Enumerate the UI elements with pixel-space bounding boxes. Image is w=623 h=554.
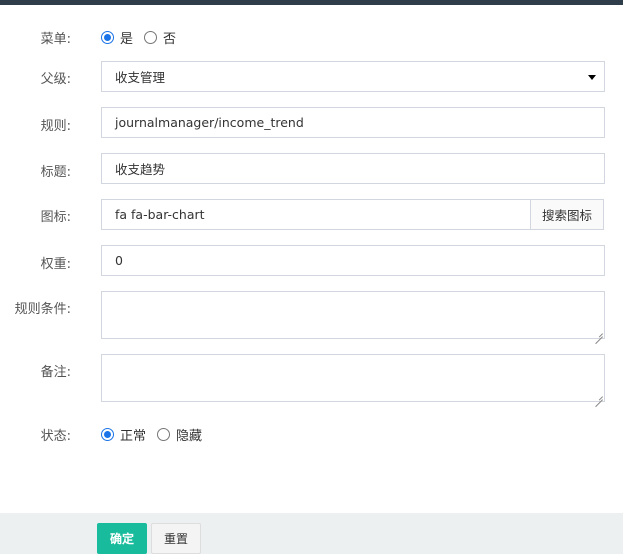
status-label: 状态: (40, 429, 71, 444)
reset-button[interactable]: 重置 (151, 523, 201, 554)
weight-input[interactable]: 0 (101, 245, 605, 276)
resize-grip-icon[interactable] (595, 329, 603, 337)
status-option-normal-label: 正常 (120, 429, 147, 444)
parent-label: 父级: (40, 72, 71, 87)
status-radio-group: 正常 隐藏 (101, 425, 213, 444)
radio-checked-icon[interactable] (101, 428, 114, 441)
radio-unchecked-icon[interactable] (144, 31, 158, 44)
title-label: 标题: (40, 165, 71, 180)
menu-option-yes[interactable]: 是 (101, 28, 133, 47)
status-option-normal[interactable]: 正常 (101, 425, 146, 444)
status-option-hidden-label: 隐藏 (176, 429, 203, 444)
confirm-button[interactable]: 确定 (97, 523, 147, 554)
title-input[interactable]: 收支趋势 (101, 153, 605, 184)
parent-select-value: 收支管理 (115, 70, 166, 85)
condition-label: 规则条件: (14, 302, 71, 317)
caret-down-icon (588, 75, 596, 80)
menu-option-yes-label: 是 (120, 32, 134, 47)
search-icon-button[interactable]: 搜索图标 (530, 199, 604, 230)
rule-input[interactable]: journalmanager/income_trend (101, 107, 605, 138)
menu-label: 菜单: (40, 32, 71, 47)
icon-input-value: fa fa-bar-chart (115, 207, 205, 222)
title-input-value: 收支趋势 (115, 162, 166, 177)
menu-option-no-label: 否 (163, 32, 177, 47)
radio-unchecked-icon[interactable] (157, 428, 171, 441)
parent-select[interactable]: 收支管理 (101, 61, 605, 92)
icon-input[interactable]: fa fa-bar-chart (101, 199, 531, 230)
radio-checked-icon[interactable] (101, 31, 114, 44)
form-footer: 确定 重置 (0, 513, 623, 554)
weight-label: 权重: (40, 257, 71, 272)
top-bar (0, 0, 623, 5)
menu-option-no[interactable]: 否 (144, 28, 176, 47)
status-option-hidden[interactable]: 隐藏 (157, 425, 202, 444)
remark-label: 备注: (40, 365, 71, 380)
remark-textarea[interactable] (101, 354, 605, 402)
weight-input-value: 0 (115, 253, 123, 268)
condition-textarea[interactable] (101, 291, 605, 339)
menu-radio-group: 是 否 (101, 28, 187, 47)
rule-label: 规则: (40, 119, 71, 134)
icon-label: 图标: (40, 210, 71, 225)
rule-input-value: journalmanager/income_trend (115, 115, 304, 130)
resize-grip-icon[interactable] (595, 392, 603, 400)
